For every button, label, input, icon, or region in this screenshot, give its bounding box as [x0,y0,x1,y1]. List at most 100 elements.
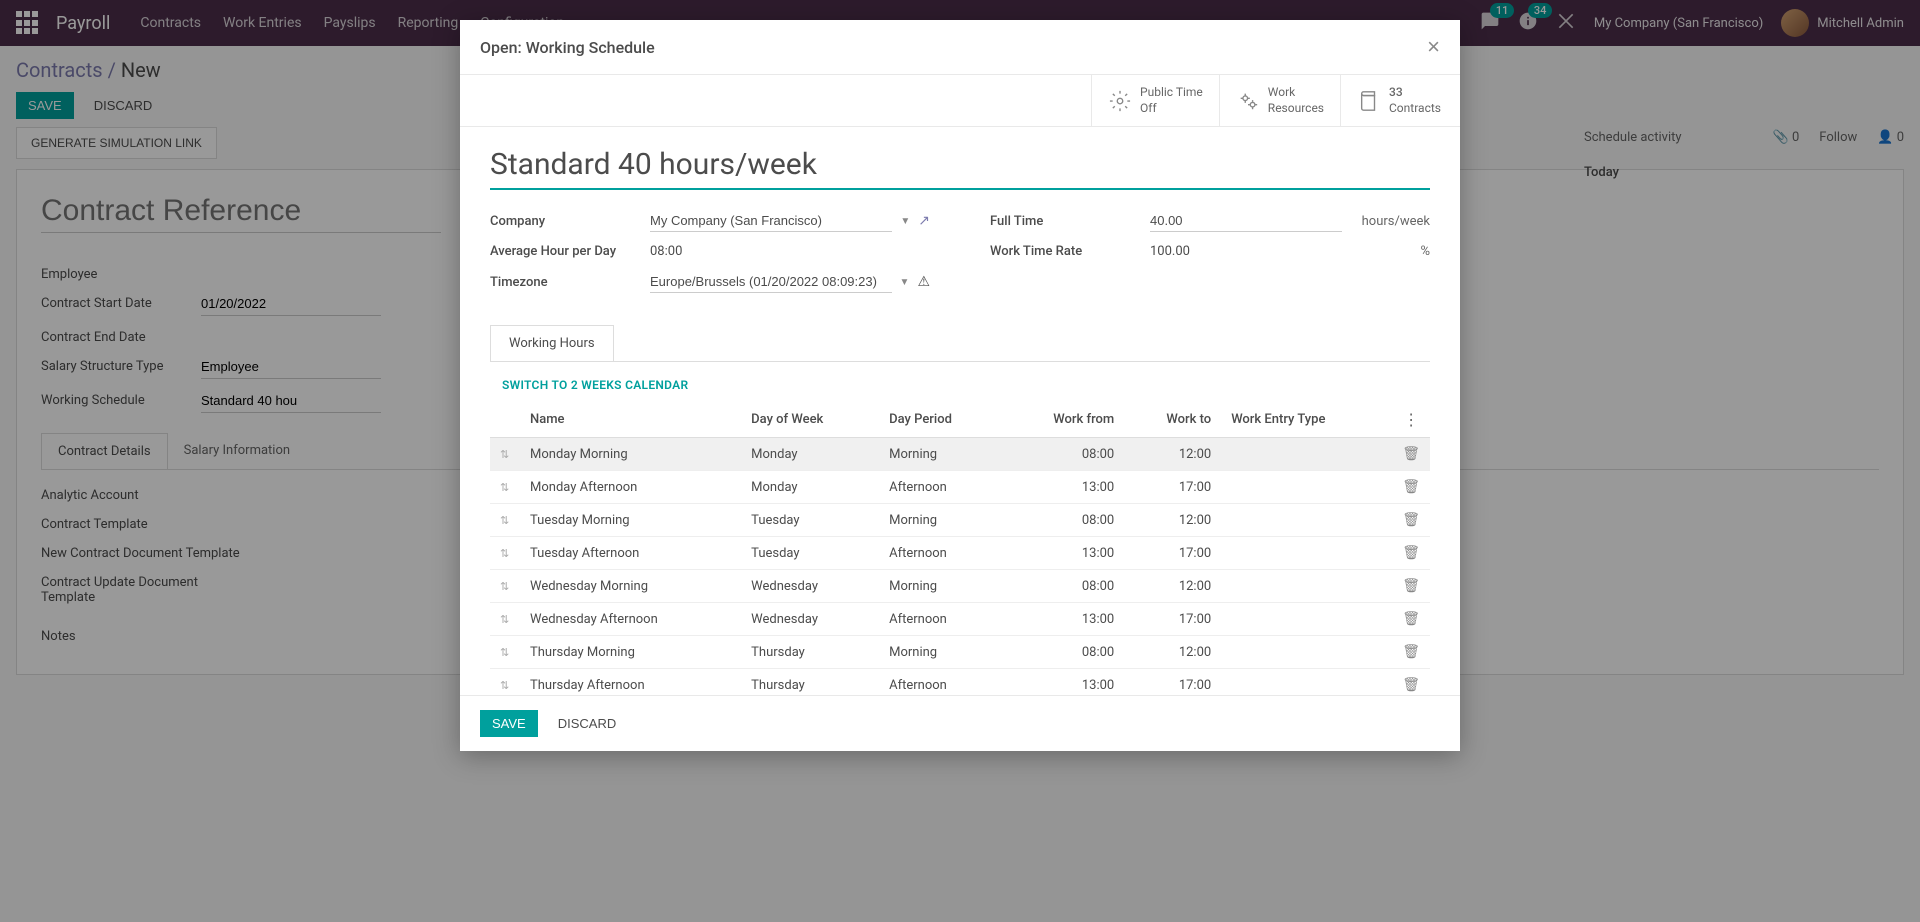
stat-contracts[interactable]: 33Contracts [1340,75,1460,126]
cell-entry-type [1221,537,1392,570]
table-row[interactable]: ⇅ Tuesday AfternoonTuesdayAfternoon13:001… [490,537,1430,570]
drag-handle-icon[interactable]: ⇅ [500,646,509,659]
kebab-icon[interactable]: ⋮ [1403,410,1419,429]
label-timezone: Timezone [490,275,650,290]
table-row[interactable]: ⇅Wednesday MorningWednesdayMorning08:001… [490,570,1430,603]
cell-to: 17:00 [1124,669,1221,695]
modal-save-button[interactable]: SAVE [480,710,538,737]
cell-from: 08:00 [1003,570,1124,603]
cell-dow: Wednesday [741,603,879,636]
cell-name: Tuesday Afternoon [520,537,741,570]
cell-from: 08:00 [1003,504,1124,537]
col-period: Day Period [879,402,1003,438]
modal-overlay: Open: Working Schedule × Public TimeOff … [0,0,1920,922]
cell-dow: Thursday [741,636,879,669]
work-time-rate-value: 100.00 [1150,244,1342,259]
cell-period: Afternoon [879,603,1003,636]
trash-icon[interactable]: 🗑 [1402,512,1420,528]
col-to: Work to [1124,402,1221,438]
trash-icon[interactable]: 🗑 [1402,446,1420,462]
label-work-time-rate: Work Time Rate [990,244,1150,259]
cell-period: Afternoon [879,471,1003,504]
drag-handle-icon[interactable]: ⇅ [500,613,509,626]
col-name: Name [520,402,741,438]
chevron-down-icon[interactable]: ▼ [900,216,910,227]
tab-working-hours[interactable]: Working Hours [490,325,614,361]
trash-icon[interactable]: 🗑 [1402,677,1420,693]
gear-icon [1108,89,1132,113]
table-row[interactable]: ⇅ Wednesday AfternoonWednesdayAfternoon13… [490,603,1430,636]
drag-handle-icon[interactable]: ⇅ [500,679,509,692]
trash-icon[interactable]: 🗑 [1402,611,1420,627]
cell-entry-type [1221,504,1392,537]
chevron-down-icon[interactable]: ▼ [900,277,910,288]
record-title: Standard 40 hours/week [490,147,1430,190]
cell-period: Afternoon [879,669,1003,695]
cell-dow: Tuesday [741,504,879,537]
drag-handle-icon[interactable]: ⇅ [500,448,509,461]
cell-to: 12:00 [1124,504,1221,537]
external-link-icon[interactable]: ↗ [918,213,930,229]
cell-to: 12:00 [1124,636,1221,669]
col-dow: Day of Week [741,402,879,438]
avg-hour-value: 08:00 [650,244,682,259]
book-icon [1357,89,1381,113]
cell-from: 13:00 [1003,669,1124,695]
trash-icon[interactable]: 🗑 [1402,644,1420,660]
cell-to: 17:00 [1124,471,1221,504]
trash-icon[interactable]: 🗑 [1402,578,1420,594]
close-icon[interactable]: × [1427,34,1440,60]
cell-name: Wednesday Afternoon [520,603,741,636]
cell-period: Afternoon [879,537,1003,570]
warning-icon: ⚠ [917,274,930,290]
cell-from: 13:00 [1003,603,1124,636]
table-row[interactable]: ⇅Thursday MorningThursdayMorning08:0012:… [490,636,1430,669]
working-hours-table: Name Day of Week Day Period Work from Wo… [490,402,1430,695]
cell-name: Wednesday Morning [520,570,741,603]
full-time-input[interactable] [1150,210,1342,232]
stat-public-time-off[interactable]: Public TimeOff [1091,75,1219,126]
cell-to: 12:00 [1124,438,1221,471]
trash-icon[interactable]: 🗑 [1402,479,1420,495]
full-time-unit: hours/week [1350,214,1430,229]
cell-period: Morning [879,636,1003,669]
cell-dow: Monday [741,471,879,504]
cell-dow: Monday [741,438,879,471]
table-row[interactable]: ⇅Thursday AfternoonThursdayAfternoon13:0… [490,669,1430,695]
company-input[interactable] [650,210,892,232]
modal-discard-button[interactable]: DISCARD [546,710,629,737]
switch-calendar-link[interactable]: SWITCH TO 2 WEEKS CALENDAR [490,378,688,392]
cell-from: 13:00 [1003,537,1124,570]
col-from: Work from [1003,402,1124,438]
trash-icon[interactable]: 🗑 [1402,545,1420,561]
gears-icon [1236,89,1260,113]
drag-handle-icon[interactable]: ⇅ [500,547,509,560]
working-schedule-modal: Open: Working Schedule × Public TimeOff … [460,20,1460,751]
cell-entry-type [1221,471,1392,504]
drag-handle-icon[interactable]: ⇅ [500,481,509,494]
drag-handle-icon[interactable]: ⇅ [500,580,509,593]
cell-from: 08:00 [1003,636,1124,669]
cell-entry-type [1221,438,1392,471]
stat-work-resources[interactable]: WorkResources [1219,75,1340,126]
cell-period: Morning [879,438,1003,471]
cell-entry-type [1221,603,1392,636]
cell-dow: Wednesday [741,570,879,603]
cell-entry-type [1221,570,1392,603]
cell-entry-type [1221,636,1392,669]
table-row[interactable]: ⇅Monday AfternoonMondayAfternoon13:0017:… [490,471,1430,504]
table-row[interactable]: ⇅Tuesday MorningTuesdayMorning08:0012:00… [490,504,1430,537]
timezone-input[interactable] [650,271,892,293]
label-avg-hour: Average Hour per Day [490,244,650,259]
label-full-time: Full Time [990,214,1150,229]
table-row[interactable]: ⇅Monday MorningMondayMorning08:0012:00🗑 [490,438,1430,471]
cell-from: 13:00 [1003,471,1124,504]
cell-to: 17:00 [1124,603,1221,636]
cell-name: Thursday Afternoon [520,669,741,695]
work-time-rate-unit: % [1350,244,1430,259]
cell-dow: Tuesday [741,537,879,570]
cell-to: 17:00 [1124,537,1221,570]
drag-handle-icon[interactable]: ⇅ [500,514,509,527]
cell-period: Morning [879,504,1003,537]
col-entry-type: Work Entry Type [1221,402,1392,438]
